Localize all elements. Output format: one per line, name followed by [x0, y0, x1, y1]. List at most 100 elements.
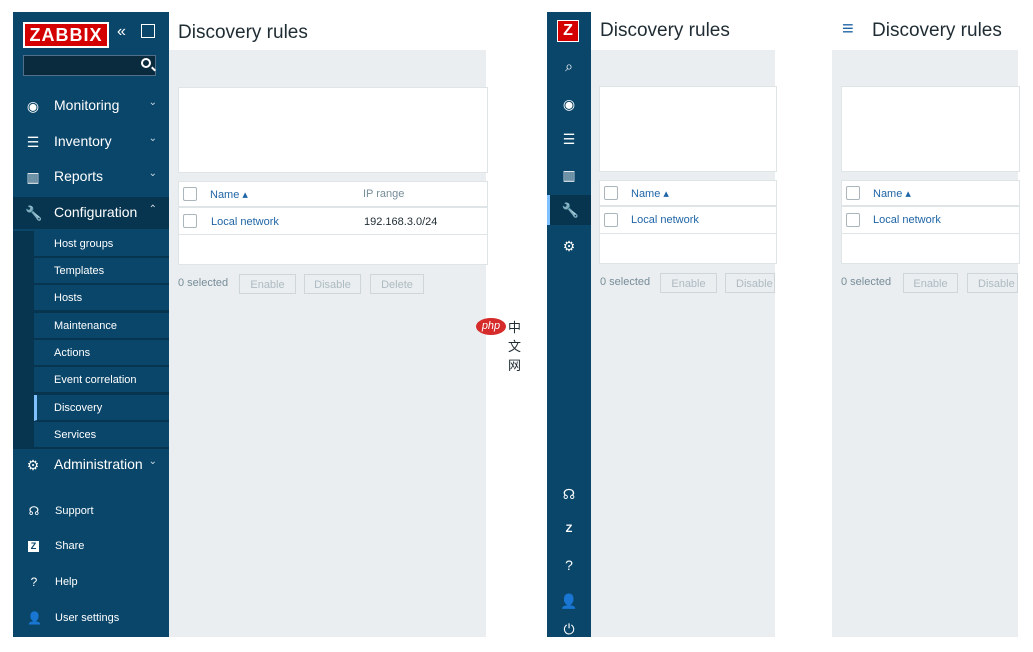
chevron-up-icon: ⌃: [148, 204, 157, 215]
row-checkbox[interactable]: [183, 214, 197, 228]
help-icon[interactable]: ?: [547, 550, 591, 580]
user-settings-link[interactable]: 👤 User settings: [13, 605, 169, 633]
submenu-label: Host groups: [54, 238, 114, 250]
kiosk-mode-icon[interactable]: [141, 24, 155, 38]
rule-name-link[interactable]: Local network: [631, 214, 699, 226]
menu-label: Reports: [54, 168, 104, 184]
selected-count: 0 selected: [841, 276, 892, 288]
support-link[interactable]: ☊ Support: [13, 498, 169, 526]
discovery-table: Name ▴ IP range Local network 192.168.3.…: [178, 181, 488, 265]
chevron-down-icon: ⌄: [148, 168, 157, 179]
bar-chart-icon[interactable]: ▥: [547, 160, 591, 190]
disable-button[interactable]: Disable: [725, 273, 775, 293]
wrench-icon: 🔧: [25, 205, 43, 221]
eye-icon: ◉: [26, 98, 40, 114]
chevron-down-icon: ⌄: [148, 133, 157, 144]
enable-button[interactable]: Enable: [903, 273, 958, 293]
bar-chart-icon: ▥: [26, 169, 40, 185]
submenu-label: Hosts: [54, 292, 83, 304]
page-title: Discovery rules: [872, 20, 1002, 41]
rule-name-link[interactable]: Local network: [873, 214, 941, 226]
column-name[interactable]: Name ▴: [210, 188, 248, 201]
row-checkbox[interactable]: [846, 213, 860, 227]
filter-box: [841, 86, 1020, 172]
watermark-badge: php: [476, 318, 506, 335]
bottom-label: Support: [55, 505, 94, 517]
menu-label: Configuration: [54, 204, 138, 220]
submenu-host-groups[interactable]: Host groups: [34, 231, 169, 257]
submenu-label: Maintenance: [54, 320, 117, 332]
submenu-label: Actions: [54, 347, 91, 359]
user-icon: 👤: [27, 611, 42, 625]
submenu-services[interactable]: Services: [34, 422, 169, 448]
column-ip-range: IP range: [363, 188, 405, 200]
submenu-templates[interactable]: Templates: [34, 258, 169, 284]
sidebar-compact: Z ⌕ ◉ ☰ ▥ 🔧 ⚙ ☊ Z ? 👤 ⏻: [547, 12, 591, 637]
table-row: Local network: [600, 207, 776, 234]
discovery-table: Name ▴ Local network: [841, 180, 1020, 264]
zabbix-share-icon[interactable]: Z: [547, 514, 591, 544]
select-all-checkbox[interactable]: [183, 187, 197, 201]
gear-icon[interactable]: ⚙: [547, 231, 591, 261]
search-icon[interactable]: [141, 58, 151, 68]
menu-reports[interactable]: ▥ Reports ⌄: [13, 161, 169, 193]
submenu-label: Event correlation: [54, 374, 137, 386]
search-input[interactable]: [23, 55, 156, 76]
main-content-3: ≡ Discovery rules Name ▴ Local network 0…: [832, 12, 1020, 637]
sign-out-icon[interactable]: ⏻: [547, 618, 591, 637]
table-header: Name ▴: [600, 181, 776, 207]
filter-box: [178, 87, 488, 173]
submenu-event-correlation[interactable]: Event correlation: [34, 367, 169, 393]
search-icon[interactable]: ⌕: [547, 51, 591, 81]
disable-button[interactable]: Disable: [304, 274, 361, 294]
table-header: Name ▴ IP range: [179, 182, 487, 208]
bottom-label: Share: [55, 540, 85, 552]
bottom-label: Help: [55, 576, 78, 588]
menu-configuration[interactable]: 🔧 Configuration ⌃: [13, 197, 169, 229]
enable-button[interactable]: Enable: [660, 273, 717, 293]
help-icon: ?: [30, 575, 38, 589]
zabbix-logo-compact[interactable]: Z: [557, 20, 579, 42]
help-link[interactable]: ? Help: [13, 569, 169, 597]
page-title: Discovery rules: [178, 22, 308, 43]
sidebar-expanded: ZABBIX « ◉ Monitoring ⌄ ☰ Inventory ⌄ ▥ …: [13, 12, 169, 637]
submenu-hosts[interactable]: Hosts: [34, 285, 169, 311]
wrench-icon[interactable]: 🔧: [547, 195, 591, 225]
headset-icon[interactable]: ☊: [547, 479, 591, 509]
submenu-actions[interactable]: Actions: [34, 340, 169, 366]
table-header: Name ▴: [842, 181, 1019, 207]
select-all-checkbox[interactable]: [604, 186, 618, 200]
menu-label: Inventory: [54, 133, 112, 149]
submenu-label: Discovery: [54, 402, 103, 414]
row-checkbox[interactable]: [604, 213, 618, 227]
eye-icon[interactable]: ◉: [547, 89, 591, 119]
menu-label: Administration: [54, 456, 143, 472]
menu-hamburger-icon[interactable]: ≡: [842, 18, 854, 41]
user-icon[interactable]: 👤: [547, 586, 591, 616]
rule-ip-range: 192.168.3.0/24: [364, 216, 438, 228]
menu-inventory[interactable]: ☰ Inventory ⌄: [13, 126, 169, 158]
column-name[interactable]: Name ▴: [873, 187, 911, 200]
delete-button[interactable]: Delete: [370, 274, 424, 294]
chevron-down-icon: ⌄: [148, 456, 157, 467]
page-title: Discovery rules: [600, 20, 730, 41]
disable-button[interactable]: Disable: [967, 273, 1018, 293]
column-name[interactable]: Name ▴: [631, 187, 669, 200]
menu-monitoring[interactable]: ◉ Monitoring ⌄: [13, 90, 169, 122]
menu-label: Monitoring: [54, 97, 120, 113]
rule-name-link[interactable]: Local network: [211, 216, 279, 228]
collapse-sidebar-icon[interactable]: «: [117, 22, 126, 42]
zabbix-logo[interactable]: ZABBIX: [23, 22, 109, 48]
discovery-table: Name ▴ Local network: [599, 180, 777, 264]
configuration-submenu: Host groups Templates Hosts Maintenance …: [13, 231, 169, 449]
menu-administration[interactable]: ⚙ Administration ⌄: [13, 449, 169, 481]
submenu-maintenance[interactable]: Maintenance: [34, 313, 169, 339]
list-icon[interactable]: ☰: [547, 124, 591, 154]
bottom-label: User settings: [55, 612, 120, 624]
table-row: Local network 192.168.3.0/24: [179, 208, 487, 235]
enable-button[interactable]: Enable: [239, 274, 296, 294]
share-link[interactable]: Z Share: [13, 533, 169, 561]
select-all-checkbox[interactable]: [846, 186, 860, 200]
submenu-discovery[interactable]: Discovery: [34, 395, 169, 421]
submenu-label: Services: [54, 429, 97, 441]
